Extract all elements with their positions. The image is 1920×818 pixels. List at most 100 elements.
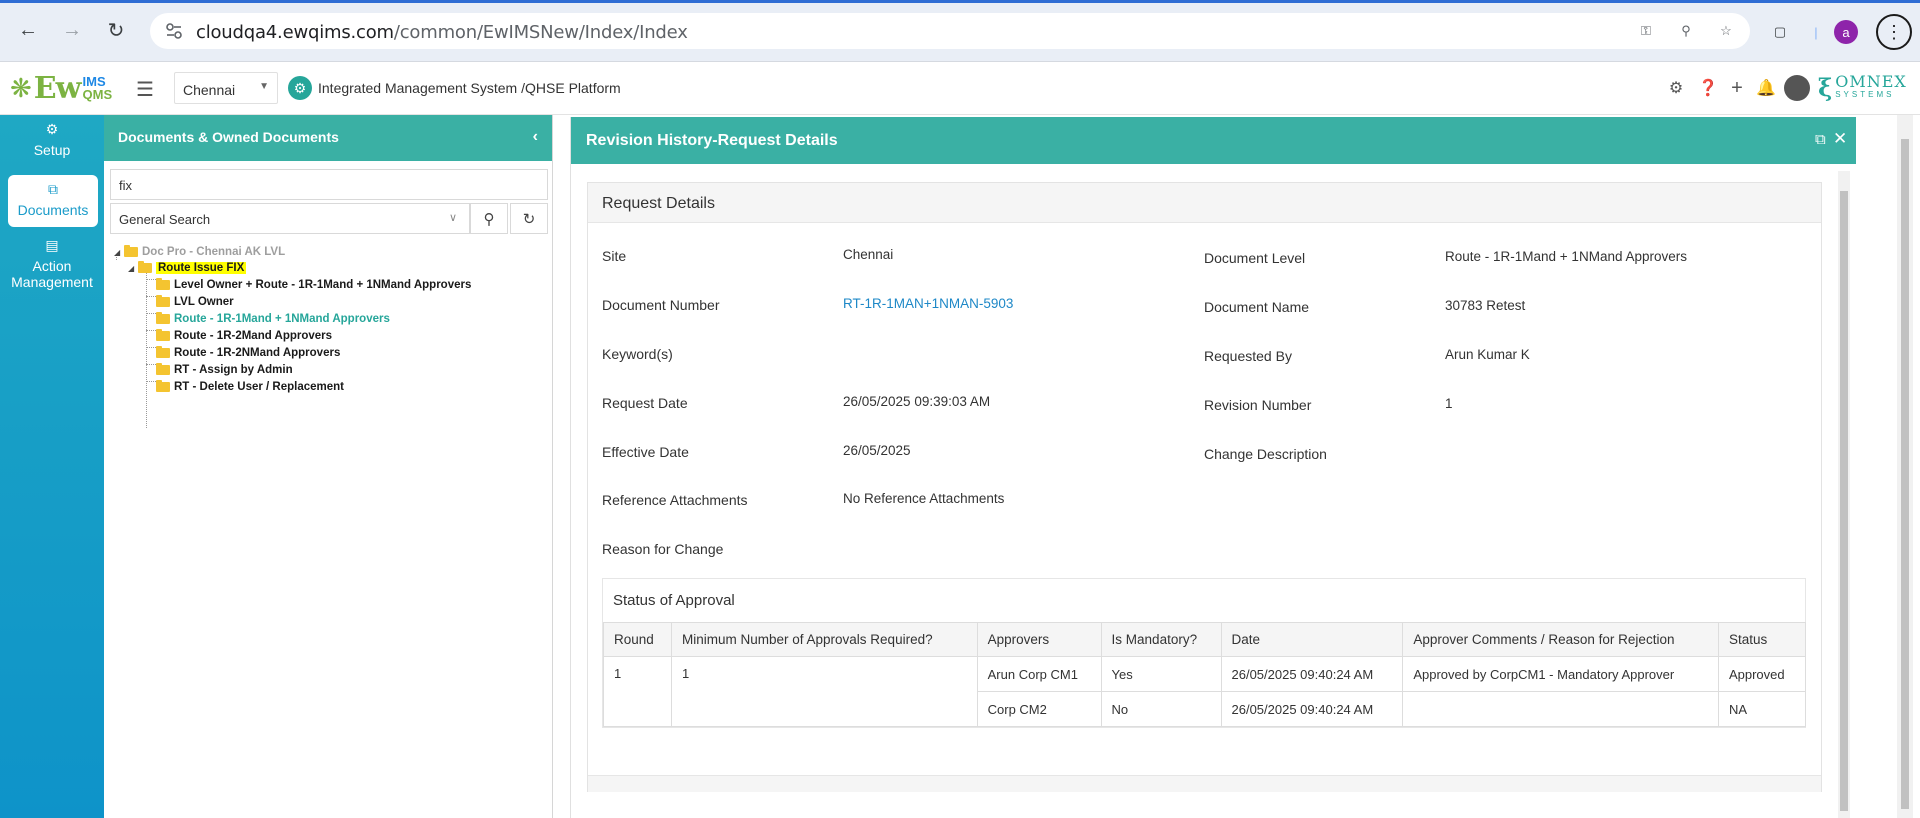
mandatory-cell: No: [1100, 691, 1222, 727]
add-icon[interactable]: +: [1727, 77, 1747, 99]
bookmark-star-icon[interactable]: ☆: [1715, 20, 1737, 42]
table-row: 1 1 Arun Corp CM1 Yes 26/05/2025 09:40:2…: [603, 656, 1807, 727]
browser-menu-icon[interactable]: ⋮: [1876, 14, 1912, 50]
request-details-card: Request Details Site Chennai Document Nu…: [587, 182, 1822, 792]
documents-panel: Documents & Owned Documents ‹ fix Genera…: [104, 115, 553, 818]
tree-node-child[interactable]: Route - 1R-2NMand Approvers: [156, 345, 340, 361]
search-type-select[interactable]: General Search ∨: [110, 203, 470, 234]
tree-node-child-selected[interactable]: Route - 1R-1Mand + 1NMand Approvers: [156, 311, 390, 327]
tree-node-child[interactable]: RT - Assign by Admin: [156, 362, 293, 378]
modal-scrollbar[interactable]: [1838, 171, 1850, 818]
notification-bell-icon[interactable]: 🔔: [1756, 78, 1776, 98]
collapse-panel-icon[interactable]: ‹: [533, 128, 538, 146]
folder-icon: [156, 380, 170, 392]
tree-expand-icon[interactable]: ◢: [128, 264, 136, 273]
sidebar-item-documents[interactable]: ⧉ Documents: [8, 175, 98, 227]
profile-avatar[interactable]: a: [1834, 20, 1858, 44]
url-text[interactable]: cloudqa4.ewqims.com/common/EwIMSNew/Inde…: [196, 22, 688, 43]
user-avatar[interactable]: [1784, 75, 1810, 101]
column-header: Round: [603, 622, 672, 657]
requested-by-value: Arun Kumar K: [1445, 347, 1530, 362]
revision-number-label: Revision Number: [1204, 397, 1312, 413]
tree-node-child[interactable]: Level Owner + Route - 1R-1Mand + 1NMand …: [156, 277, 471, 293]
column-header: Is Mandatory?: [1100, 622, 1222, 657]
tree-node-child[interactable]: LVL Owner: [156, 294, 234, 310]
site-info-icon[interactable]: [164, 21, 184, 41]
close-icon[interactable]: ✕: [1833, 129, 1847, 149]
logo-qms: QMS: [82, 87, 113, 102]
help-icon[interactable]: ❓: [1698, 78, 1718, 98]
browser-toolbar: ← → ↻ cloudqa4.ewqims.com/common/EwIMSNe…: [0, 0, 1920, 62]
sidebar-item-label: Documents: [17, 202, 89, 218]
divider-icon: |: [1814, 24, 1818, 40]
tree-connector: [146, 296, 156, 297]
folder-icon: [138, 261, 152, 273]
sidebar-item-action-management[interactable]: ▤ Action Management: [0, 237, 104, 297]
tree-expand-icon[interactable]: ◢: [114, 248, 122, 257]
document-level-value: Route - 1R-1Mand + 1NMand Approvers: [1445, 249, 1687, 264]
tree-node-label: Route - 1R-2NMand Approvers: [174, 347, 341, 359]
sidebar-item-label: Action Management: [11, 258, 93, 290]
tree-node-label: Route - 1R-1Mand + 1NMand Approvers: [174, 313, 390, 325]
address-bar[interactable]: cloudqa4.ewqims.com/common/EwIMSNew/Inde…: [150, 13, 1750, 49]
approver-cell: Arun Corp CM1: [976, 656, 1102, 692]
popout-icon[interactable]: ⧉: [1815, 131, 1826, 148]
modal-scrollbar-thumb[interactable]: [1840, 191, 1848, 811]
url-path: /common/EwIMSNew/Index/Index: [393, 22, 688, 43]
reload-icon[interactable]: ↻: [102, 16, 130, 44]
logo-star-icon: ❋: [10, 72, 32, 103]
zoom-icon[interactable]: ⚲: [1675, 20, 1697, 42]
tree-node-label: RT - Assign by Admin: [174, 364, 293, 376]
request-details-header: Request Details: [588, 183, 1821, 223]
tree-connector: [146, 313, 156, 314]
tree-node-parent[interactable]: ◢ Route Issue FIX: [128, 260, 247, 276]
tree-node-label: Route - 1R-2Mand Approvers: [174, 330, 333, 342]
settings-gear-icon[interactable]: ⚙: [1666, 78, 1686, 98]
logo-ew: Ew: [33, 70, 82, 106]
document-number-label: Document Number: [602, 297, 720, 313]
documents-panel-title: Documents & Owned Documents: [118, 129, 339, 145]
key-icon[interactable]: ⚿: [1635, 20, 1657, 42]
page-scrollbar-thumb[interactable]: [1901, 139, 1909, 809]
date-cell: 26/05/2025 09:40:24 AM: [1220, 691, 1404, 727]
sidebar-item-label: Setup: [33, 142, 71, 158]
hamburger-menu-icon[interactable]: ☰: [136, 77, 158, 101]
refresh-icon: ↻: [522, 210, 536, 228]
url-host: cloudqa4.ewqims.com: [196, 22, 394, 43]
search-icon: ⚲: [483, 210, 495, 228]
app-header: ❋ Ew IMS QMS ☰ Chennai ▼ ⚙ Integrated Ma…: [0, 62, 1920, 115]
sidebar-item-setup[interactable]: ⚙ Setup: [0, 121, 104, 165]
folder-icon: [156, 312, 170, 324]
column-header: Date: [1220, 622, 1404, 657]
refresh-button[interactable]: ↻: [510, 203, 548, 234]
platform-title: ⚙ Integrated Management System /QHSE Pla…: [288, 76, 621, 100]
ewims-logo[interactable]: ❋ Ew IMS QMS: [10, 70, 112, 106]
back-icon[interactable]: ←: [14, 16, 42, 44]
column-header: Approvers: [976, 622, 1102, 657]
approval-table: Round Minimum Number of Approvals Requir…: [603, 622, 1807, 727]
site-select[interactable]: Chennai ▼: [174, 72, 278, 104]
comments-cell: [1402, 691, 1719, 727]
search-button[interactable]: ⚲: [470, 203, 508, 234]
folder-icon: [156, 278, 170, 290]
document-name-value: 30783 Retest: [1445, 298, 1526, 313]
reason-for-change-label: Reason for Change: [602, 541, 724, 557]
document-number-link[interactable]: RT-1R-1MAN+1NMAN-5903: [843, 296, 1013, 311]
reference-attachments-value: No Reference Attachments: [843, 491, 1005, 506]
tree-node-root[interactable]: ◢ Doc Pro - Chennai AK LVL: [114, 244, 285, 260]
column-header: Status: [1717, 622, 1807, 657]
forward-icon[interactable]: →: [58, 16, 86, 44]
tree-connector: [146, 364, 156, 365]
page-scrollbar[interactable]: [1897, 115, 1913, 818]
tree-node-child[interactable]: Route - 1R-2Mand Approvers: [156, 328, 332, 344]
folder-icon: [156, 346, 170, 358]
requested-by-label: Requested By: [1204, 348, 1292, 364]
tree-connector: [146, 381, 156, 382]
tree-node-child[interactable]: RT - Delete User / Replacement: [156, 379, 344, 395]
date-cell: 26/05/2025 09:40:24 AM: [1220, 656, 1404, 692]
document-search-input[interactable]: fix: [110, 169, 548, 200]
platform-gear-icon: ⚙: [288, 76, 312, 100]
extensions-icon[interactable]: ▢: [1766, 18, 1794, 46]
platform-title-text: Integrated Management System /QHSE Platf…: [318, 80, 621, 96]
documents-icon: ⧉: [48, 181, 58, 197]
